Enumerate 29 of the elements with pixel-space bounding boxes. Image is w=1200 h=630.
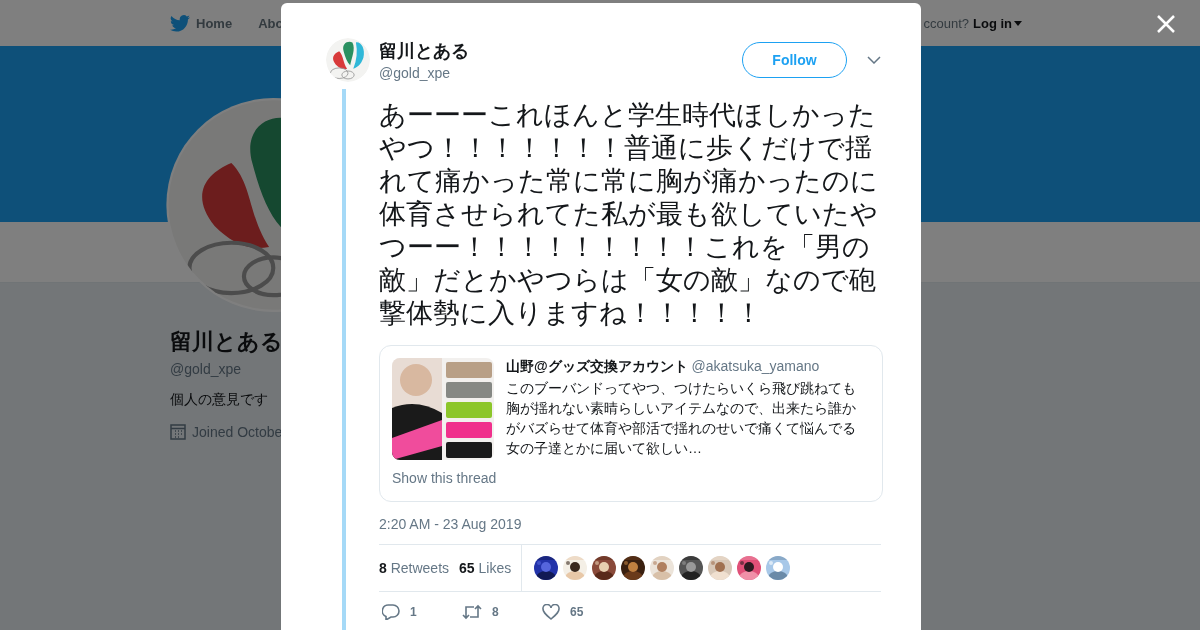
- quoted-author: 山野@グッズ交換アカウント @akatsuka_yamano: [506, 358, 821, 376]
- action-count: 1: [410, 605, 417, 619]
- profile-bio: 個人の意見です: [170, 391, 268, 409]
- joined-date: Joined Octobe: [192, 423, 283, 440]
- retweet-icon[interactable]: [462, 604, 482, 620]
- close-icon[interactable]: [1156, 14, 1176, 34]
- quoted-text: このブーバンドってやつ、つけたらいくら飛び跳ねても胸が揺れない素晴らしいアイテムなので、出来たら誰かがバズらせて体育や部活で揺れのせいで痛くて悩んでる女の子達とかに届いて欲しい…: [506, 379, 857, 458]
- account-prompt: ccount?: [923, 15, 969, 31]
- tweet-timestamp: 2:20 AM - 23 Aug 2019: [379, 516, 523, 532]
- profile-name: 留川とある: [170, 328, 283, 356]
- author-name: 留川とある: [379, 40, 469, 63]
- login-link[interactable]: Log in: [973, 15, 1022, 31]
- caret-icon: [1014, 20, 1022, 26]
- show-thread-link[interactable]: Show this thread: [392, 470, 497, 486]
- quoted-tweet[interactable]: 山野@グッズ交換アカウント @akatsuka_yamano このブーバンドってやつ、つけたらいくら飛び跳ねても胸が揺れない素晴らしいアイテムなので、出来たら誰かがバズらせて体育や部活で揺れのせいで痛くて悩んでる女の子達とかに届いて欲しい… Show this thread: [379, 345, 883, 502]
- chevron-icon[interactable]: [867, 56, 881, 64]
- heart-icon[interactable]: [542, 604, 560, 620]
- reply-icon[interactable]: [382, 604, 400, 620]
- nav-link[interactable]: Home: [170, 14, 233, 32]
- calendar-icon: [170, 423, 186, 440]
- profile-handle: @gold_xpe: [170, 361, 242, 377]
- action-count: 8: [492, 605, 499, 619]
- action-count: 65: [570, 605, 584, 619]
- tweet-text: あーーーこれほんと学生時代ほしかったやつ！！！！！！！普通に歩くだけで揺れて痛かった常に常に胸が痛かったのに体育させられてた私が最も欲していたやつーー！！！！！！！！！これを「男の敵」だとかやつらは「女の敵」なので砲撃体勢に入りますね！！！！！: [379, 98, 879, 329]
- author-handle: @gold_xpe: [379, 65, 452, 81]
- bird-icon: [170, 14, 190, 32]
- follow-button[interactable]: Follow: [742, 42, 847, 78]
- stat-link[interactable]: 65 Likes: [459, 560, 512, 576]
- stat-link[interactable]: 8 Retweets: [379, 560, 450, 576]
